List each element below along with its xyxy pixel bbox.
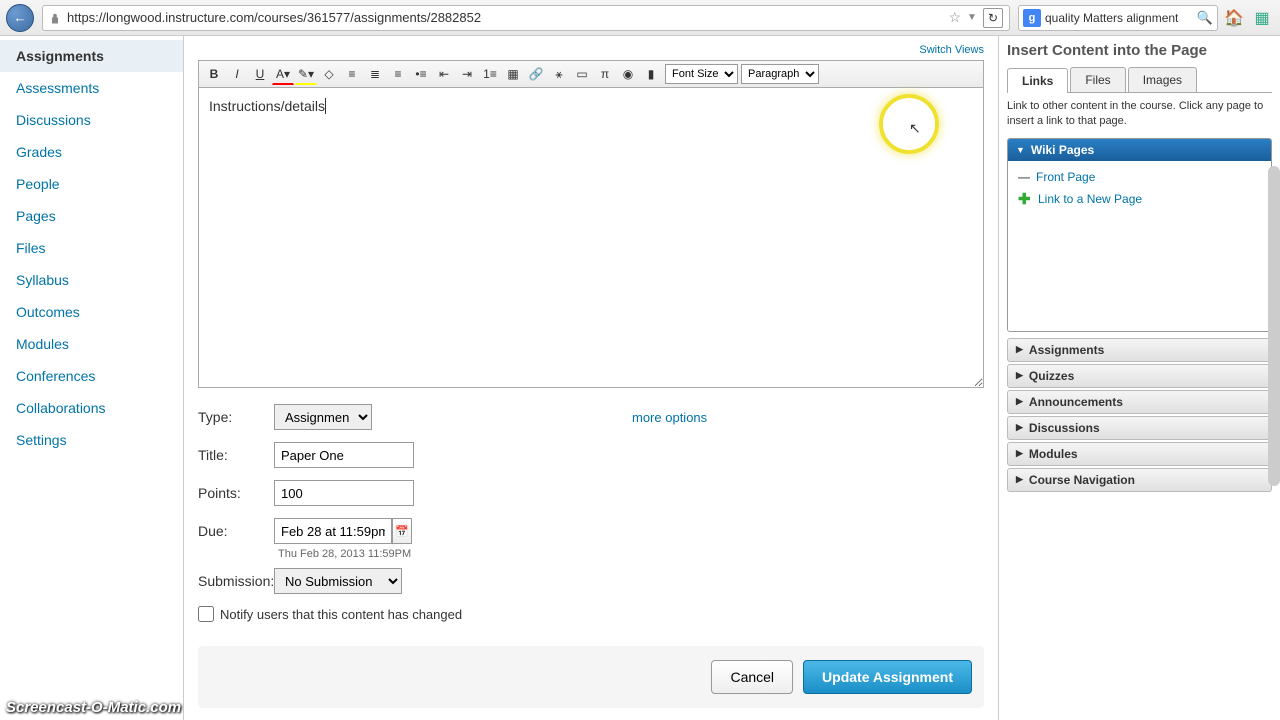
triangle-right-icon: ▶: [1016, 396, 1023, 407]
points-label: Points:: [198, 485, 274, 501]
align-right-button[interactable]: ≡: [387, 63, 409, 85]
section-discussions[interactable]: ▶Discussions: [1007, 416, 1272, 440]
tab-images[interactable]: Images: [1128, 67, 1197, 92]
underline-button[interactable]: U: [249, 63, 271, 85]
sidebar-item-assessments[interactable]: Assessments: [0, 72, 183, 104]
search-text: quality Matters alignment: [1045, 11, 1193, 25]
update-button[interactable]: Update Assignment: [803, 660, 972, 694]
section-announcements[interactable]: ▶Announcements: [1007, 390, 1272, 414]
outdent-button[interactable]: ⇤: [433, 63, 455, 85]
record-button[interactable]: ▮: [640, 63, 662, 85]
due-input[interactable]: [274, 518, 392, 544]
sidebar-item-conferences[interactable]: Conferences: [0, 360, 183, 392]
submission-label: Submission:: [198, 573, 274, 589]
lock-icon: [49, 12, 61, 24]
title-input[interactable]: [274, 442, 414, 468]
sidebar-item-collaborations[interactable]: Collaborations: [0, 392, 183, 424]
due-label: Due:: [198, 523, 274, 539]
minus-icon: —: [1018, 170, 1030, 184]
sidebar-item-people[interactable]: People: [0, 168, 183, 200]
url-text: https://longwood.instructure.com/courses…: [67, 10, 942, 25]
reload-icon[interactable]: ↻: [983, 8, 1003, 28]
title-label: Title:: [198, 447, 274, 463]
align-center-button[interactable]: ≣: [364, 63, 386, 85]
cursor-icon: ↖: [909, 120, 921, 137]
due-hint: Thu Feb 28, 2013 11:59PM: [278, 548, 984, 560]
notify-checkbox[interactable]: [198, 606, 214, 622]
scrollbar[interactable]: [1268, 166, 1280, 486]
sidebar-item-settings[interactable]: Settings: [0, 424, 183, 456]
search-box[interactable]: g quality Matters alignment 🔍: [1018, 5, 1218, 31]
home-icon[interactable]: 🏠: [1222, 6, 1246, 30]
sidebar-item-discussions[interactable]: Discussions: [0, 104, 183, 136]
switch-views-link[interactable]: Switch Views: [198, 44, 984, 56]
sidebar-item-syllabus[interactable]: Syllabus: [0, 264, 183, 296]
panel-title: Insert Content into the Page: [1007, 42, 1272, 59]
sidebar-item-assignments[interactable]: Assignments: [0, 40, 183, 72]
triangle-down-icon: ▼: [1016, 145, 1025, 155]
triangle-right-icon: ▶: [1016, 448, 1023, 459]
link-button[interactable]: 🔗: [525, 63, 547, 85]
sidebar-item-pages[interactable]: Pages: [0, 200, 183, 232]
url-bar[interactable]: https://longwood.instructure.com/courses…: [42, 5, 1010, 31]
align-left-button[interactable]: ≡: [341, 63, 363, 85]
more-options-link[interactable]: more options: [632, 410, 707, 425]
cancel-button[interactable]: Cancel: [711, 660, 793, 694]
bookmark-icon[interactable]: ☆: [948, 9, 961, 26]
bold-button[interactable]: B: [203, 63, 225, 85]
unlink-button[interactable]: ⚹: [548, 63, 570, 85]
sidebar-item-files[interactable]: Files: [0, 232, 183, 264]
new-page-link[interactable]: ✚Link to a New Page: [1014, 187, 1265, 211]
triangle-right-icon: ▶: [1016, 370, 1023, 381]
sidebar-item-outcomes[interactable]: Outcomes: [0, 296, 183, 328]
tab-description: Link to other content in the course. Cli…: [1007, 99, 1272, 130]
dropdown-icon[interactable]: ▼: [967, 12, 977, 23]
section-modules[interactable]: ▶Modules: [1007, 442, 1272, 466]
type-select[interactable]: Assignment: [274, 404, 372, 430]
rich-text-editor[interactable]: Instructions/details: [198, 88, 984, 388]
paragraph-select[interactable]: Paragraph: [741, 64, 819, 84]
image-button[interactable]: ▭: [571, 63, 593, 85]
editor-toolbar: B I U A▾ ✎▾ ◇ ≡ ≣ ≡ •≡ ⇤ ⇥ 1≡ ▦ 🔗 ⚹ ▭ π …: [198, 60, 984, 88]
bullet-list-button[interactable]: •≡: [410, 63, 432, 85]
course-sidebar: AssignmentsAssessmentsDiscussionsGradesP…: [0, 36, 184, 720]
google-icon: g: [1023, 9, 1041, 27]
italic-button[interactable]: I: [226, 63, 248, 85]
search-icon[interactable]: 🔍: [1197, 10, 1213, 26]
text-color-button[interactable]: A▾: [272, 63, 294, 85]
font-size-select[interactable]: Font Size: [665, 64, 738, 84]
sidebar-item-modules[interactable]: Modules: [0, 328, 183, 360]
plus-icon: ✚: [1018, 190, 1032, 208]
sidebar-item-grades[interactable]: Grades: [0, 136, 183, 168]
tab-links[interactable]: Links: [1007, 68, 1068, 93]
section-course-navigation[interactable]: ▶Course Navigation: [1007, 468, 1272, 492]
front-page-link[interactable]: —Front Page: [1014, 167, 1265, 187]
submission-select[interactable]: No Submission: [274, 568, 402, 594]
type-label: Type:: [198, 409, 274, 425]
extension-icon[interactable]: ▦: [1250, 6, 1274, 30]
back-button[interactable]: ←: [6, 4, 34, 32]
tab-files[interactable]: Files: [1070, 67, 1125, 92]
watermark: Screencast-O-Matic.com: [6, 699, 181, 716]
table-button[interactable]: ▦: [502, 63, 524, 85]
triangle-right-icon: ▶: [1016, 344, 1023, 355]
triangle-right-icon: ▶: [1016, 422, 1023, 433]
number-list-button[interactable]: 1≡: [479, 63, 501, 85]
section-assignments[interactable]: ▶Assignments: [1007, 338, 1272, 362]
section-quizzes[interactable]: ▶Quizzes: [1007, 364, 1272, 388]
notify-label: Notify users that this content has chang…: [220, 607, 462, 622]
equation-button[interactable]: π: [594, 63, 616, 85]
embed-button[interactable]: ◉: [617, 63, 639, 85]
clear-format-button[interactable]: ◇: [318, 63, 340, 85]
points-input[interactable]: [274, 480, 414, 506]
date-picker-button[interactable]: 📅: [392, 518, 412, 544]
indent-button[interactable]: ⇥: [456, 63, 478, 85]
triangle-right-icon: ▶: [1016, 474, 1023, 485]
insert-content-panel: Insert Content into the Page LinksFilesI…: [998, 36, 1280, 720]
wiki-pages-header[interactable]: ▼Wiki Pages: [1008, 139, 1271, 161]
bg-color-button[interactable]: ✎▾: [295, 63, 317, 85]
